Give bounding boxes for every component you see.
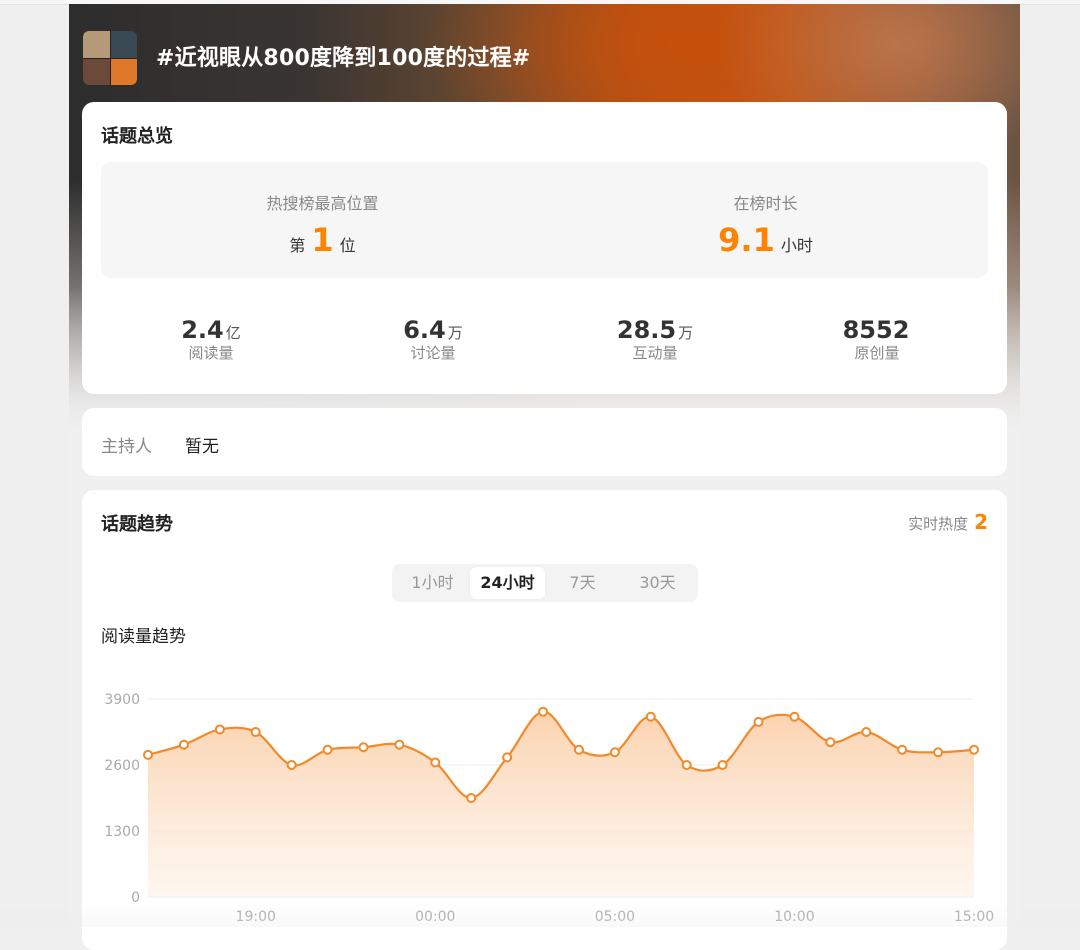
- data-point: [717, 760, 728, 770]
- data-point: [322, 744, 333, 755]
- data-point: [897, 744, 908, 755]
- y-tick-label: 2600: [104, 758, 140, 774]
- data-point: [286, 760, 297, 770]
- x-tick-label: 15:00: [954, 909, 994, 925]
- data-point: [573, 744, 584, 755]
- y-tick-label: 0: [131, 890, 140, 906]
- x-tick-label: 00:00: [415, 909, 455, 925]
- data-point: [933, 747, 944, 758]
- data-point: [753, 716, 764, 727]
- read-trend-chart: 3900 2600 1300 0 19:00 00:00 05:00 10:00 15:00: [104, 692, 994, 925]
- data-point: [250, 727, 261, 737]
- series-area: [148, 711, 974, 897]
- data-point: [430, 757, 441, 768]
- data-point: [394, 739, 405, 750]
- data-point: [538, 706, 549, 717]
- data-point: [143, 749, 153, 760]
- data-point: [466, 793, 477, 803]
- data-point: [825, 737, 836, 748]
- data-point: [358, 742, 369, 753]
- data-point: [178, 739, 189, 750]
- x-tick-label: 05:00: [595, 909, 635, 925]
- data-point: [681, 760, 692, 770]
- data-point: [502, 752, 513, 763]
- data-point: [609, 747, 620, 758]
- data-point: [645, 711, 656, 722]
- x-tick-label: 10:00: [774, 909, 814, 925]
- data-point: [789, 711, 800, 722]
- x-tick-label: 19:00: [236, 909, 276, 925]
- y-tick-label: 3900: [104, 692, 140, 708]
- y-tick-label: 1300: [104, 824, 140, 840]
- data-point: [969, 744, 979, 755]
- data-point: [861, 727, 872, 737]
- data-point: [214, 724, 225, 735]
